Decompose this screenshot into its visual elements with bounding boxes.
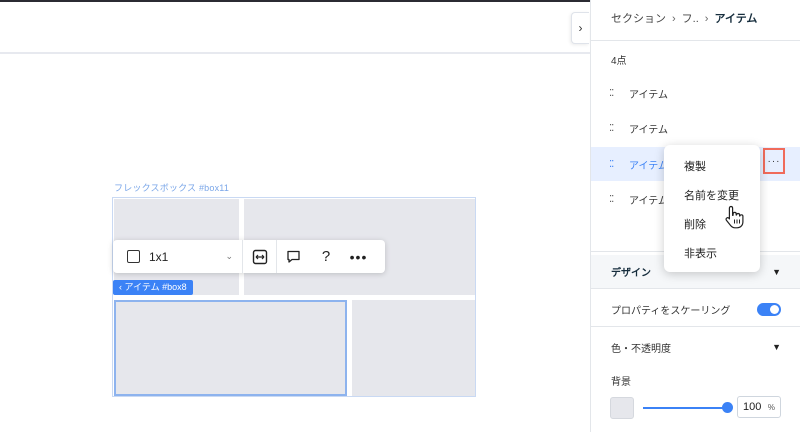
color-opacity-header[interactable]: 色・不透明度 ▼ [591, 333, 800, 361]
caret-down-icon: ▼ [772, 266, 781, 277]
help-button[interactable]: ? [310, 240, 342, 273]
more-actions-button[interactable]: ••• [342, 240, 375, 273]
selected-item-tag[interactable]: ‹ アイテム #box8 [113, 280, 193, 295]
menu-item-rename[interactable]: 名前を変更 [664, 180, 760, 209]
scale-properties-label: プロパティをスケーリング [611, 306, 731, 317]
context-menu: 複製 名前を変更 削除 非表示 [664, 145, 760, 272]
fit-button[interactable] [243, 240, 277, 273]
collapse-panel-button[interactable]: › [571, 12, 589, 44]
breadcrumb-separator: › [704, 13, 709, 25]
breadcrumb-separator: › [672, 13, 676, 25]
floating-toolbar: 1x1 ⌄ ? ••• [113, 240, 385, 273]
more-icon: ••• [349, 248, 368, 265]
menu-item-hide[interactable]: 非表示 [664, 238, 760, 267]
drag-handle-icon[interactable]: ⁚⁚ [609, 123, 629, 134]
chevron-down-icon: ⌄ [225, 251, 233, 261]
divider [591, 40, 800, 41]
fit-icon [252, 249, 267, 264]
comment-icon [287, 250, 300, 263]
opacity-input[interactable]: 100 % [737, 396, 781, 418]
breadcrumb-item[interactable]: セクション [611, 13, 666, 25]
list-item-label: アイテム [629, 89, 668, 101]
list-item[interactable]: ⁚⁚ アイテム [591, 111, 800, 145]
background-color-swatch[interactable] [610, 397, 634, 419]
list-item-label: アイテム [629, 195, 668, 207]
help-icon: ? [321, 248, 331, 265]
breadcrumb-current: アイテム [714, 13, 758, 25]
chevron-right-icon: › [578, 21, 583, 35]
more-icon: ··· [767, 155, 781, 167]
opacity-value: 100 [743, 401, 762, 413]
opacity-slider-track[interactable] [643, 407, 727, 409]
breadcrumb: セクション › フ.. › アイテム [611, 10, 757, 26]
design-section-title: デザイン [611, 268, 651, 279]
caret-down-icon: ▼ [772, 342, 781, 352]
menu-item-duplicate[interactable]: 複製 [664, 151, 760, 180]
drag-handle-icon[interactable]: ⁚⁚ [609, 159, 629, 170]
comment-button[interactable] [277, 240, 310, 273]
scale-properties-row: プロパティをスケーリング [591, 293, 800, 327]
list-item-label: アイテム [629, 160, 668, 172]
list-item-label: アイテム [629, 124, 668, 136]
flexbox-container[interactable] [112, 197, 476, 397]
flexbox-label: フレックスボックス #box11 [114, 183, 230, 193]
menu-item-delete[interactable]: 削除 [664, 209, 760, 238]
opacity-unit: % [767, 402, 775, 412]
drag-handle-icon[interactable]: ⁚⁚ [609, 88, 629, 99]
drag-handle-icon[interactable]: ⁚⁚ [609, 194, 629, 205]
opacity-slider-handle[interactable] [722, 402, 733, 413]
items-count: 4点 [611, 56, 627, 67]
size-dropdown[interactable]: 1x1 ⌄ [113, 240, 243, 273]
flex-item[interactable] [352, 300, 475, 396]
size-label: 1x1 [149, 249, 169, 264]
checkbox-icon [127, 250, 140, 263]
color-opacity-label: 色・不透明度 [611, 343, 671, 355]
canvas-top-bar [0, 2, 590, 54]
hand-cursor-icon [725, 205, 744, 229]
breadcrumb-item[interactable]: フ.. [682, 13, 699, 25]
opacity-slider-fill [643, 407, 727, 409]
item-more-button[interactable]: ··· [763, 148, 785, 174]
background-label: 背景 [611, 377, 631, 388]
scale-properties-toggle[interactable] [757, 303, 781, 316]
list-item[interactable]: ⁚⁚ アイテム [591, 76, 800, 110]
flex-item-selected[interactable] [114, 300, 347, 396]
